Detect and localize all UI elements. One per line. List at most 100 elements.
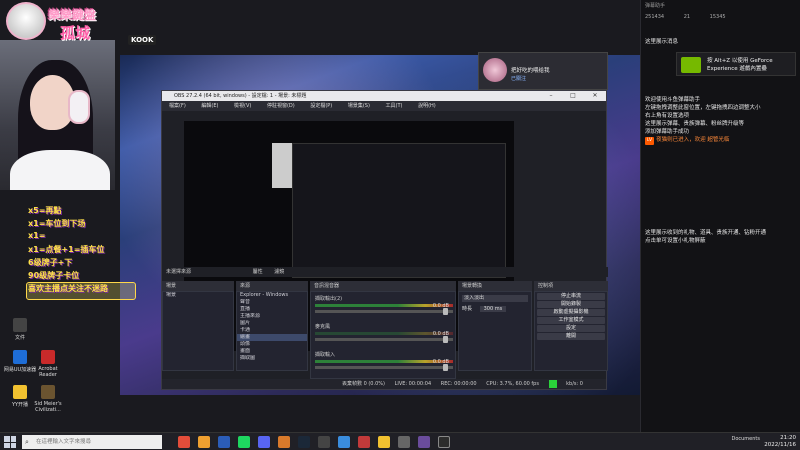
source-item[interactable]: 畫面 [237, 348, 307, 355]
chat-message: 这里展示收到的礼物、道具、贵族开通、钻粉开通 [645, 230, 767, 236]
volume-fader[interactable] [315, 336, 453, 343]
clock-date: 2022/11/16 [764, 442, 796, 448]
filters-button[interactable]: 濾鏡 [274, 269, 284, 275]
properties-button[interactable]: 屬性 [253, 269, 263, 275]
file-icon [13, 318, 27, 332]
menu-tools[interactable]: 工具(T) [379, 101, 410, 111]
chat-message-text: 夜猫则已进入，欢迎 超管光临 [656, 137, 730, 143]
source-item[interactable]: 繪畫 [237, 334, 307, 341]
mixer-header: 音訊混音器 [310, 281, 456, 291]
system-clock[interactable]: 21:20 2022/11/16 [764, 435, 796, 449]
source-toolbar: 未選擇來源 屬性 濾鏡 [162, 267, 608, 277]
source-item[interactable]: 直播 [237, 306, 307, 313]
yy-icon [13, 385, 27, 399]
follow-action: 已關注 [511, 76, 527, 82]
desktop-icon-label: Acrobat Reader [38, 366, 58, 378]
uu-accelerator-icon [13, 350, 27, 364]
geforce-message: 按 Alt+Z 以使用 GeForce Experience 遊戲內置疊 [707, 58, 773, 72]
overlay-title: 樂樂鍵盤 [48, 8, 97, 22]
nested-webcam [272, 143, 292, 188]
obs-taskbar-icon[interactable] [438, 436, 450, 448]
clock-time: 21:20 [780, 435, 796, 441]
perk-list: x5=再點 x1=车位到下场 x1= x1=点餐+1=插车位 6级牌子+下 90… [28, 205, 138, 296]
mixer-track: 擷取輸入 0.0 dB [315, 351, 453, 377]
app-icon[interactable] [318, 436, 330, 448]
menu-scene-collection[interactable]: 場景集(S) [341, 101, 377, 111]
streamer-webcam [0, 40, 115, 190]
settings-button[interactable]: 設定 [537, 325, 605, 332]
duration-input[interactable]: 300 ms [479, 306, 507, 312]
source-item[interactable]: 圖片 [237, 320, 307, 327]
platform-badge: KOOK [128, 35, 157, 45]
volume-fader[interactable] [315, 364, 453, 371]
exit-button[interactable]: 離開 [537, 333, 605, 340]
geforce-popup[interactable]: 按 Alt+Z 以使用 GeForce Experience 遊戲內置疊 [676, 52, 796, 76]
civilization-icon [41, 385, 55, 399]
fader-knob[interactable] [443, 364, 448, 371]
scene-item[interactable]: 場景 [163, 292, 233, 299]
minimize-button[interactable]: – [540, 91, 562, 101]
steam-icon[interactable] [298, 436, 310, 448]
perk-item: 喜欢主播点关注不迷路 [28, 284, 108, 293]
desktop-icon-label: Sid Meier's Civilizati... [34, 401, 62, 413]
desktop-icon-acrobat[interactable]: Acrobat Reader [30, 350, 66, 378]
yy-taskbar-icon[interactable] [378, 436, 390, 448]
chat-message: 这里展示消息 [645, 39, 679, 45]
menu-view[interactable]: 檢視(V) [227, 101, 258, 111]
app-icon[interactable] [338, 436, 350, 448]
close-button[interactable]: ✕ [584, 91, 606, 101]
folder-icon[interactable] [198, 436, 210, 448]
follow-notification[interactable]: 把好吃的喂给我 已關注 [478, 52, 608, 90]
chat-message: 左键拖拽调整此窗位置，左键拖拽四边调整大小 [645, 105, 761, 111]
cpu-usage: CPU: 3.7%, 60.00 fps [486, 381, 539, 387]
track-name: 擷取輸出(2) [315, 296, 343, 302]
menu-profile[interactable]: 設定檔(P) [303, 101, 339, 111]
fader-knob[interactable] [443, 336, 448, 343]
app-icon[interactable] [418, 436, 430, 448]
perk-item: 6级牌子+下 [28, 258, 73, 267]
menu-help[interactable]: 說明(H) [411, 101, 443, 111]
documents-toolbar[interactable]: Documents [731, 436, 760, 442]
source-item[interactable]: 擷取圖 [237, 355, 307, 362]
perk-item: x1= [28, 231, 46, 240]
source-item[interactable]: 主播來源 [237, 313, 307, 320]
chrome-icon[interactable] [178, 436, 190, 448]
perk-item: x1=车位到下场 [28, 219, 86, 228]
volume-fader[interactable] [315, 308, 453, 315]
virtual-camera-button[interactable]: 啟動虛擬攝影機 [537, 309, 605, 316]
desktop-icon-label: 文件 [14, 335, 25, 341]
transition-select[interactable]: 淡入淡出 [462, 295, 528, 302]
start-recording-button[interactable]: 開始錄製 [537, 301, 605, 308]
source-item[interactable]: 頭像 [237, 341, 307, 348]
nested-preview [292, 143, 506, 278]
follower-name: 把好吃的喂给我 [511, 68, 550, 74]
chat-message: 这里展示弹幕、贵族弹幕、粉丝牌升级等 [645, 121, 745, 127]
start-button[interactable] [4, 436, 16, 448]
fader-knob[interactable] [443, 308, 448, 315]
app-icon[interactable] [278, 436, 290, 448]
app-icon[interactable] [218, 436, 230, 448]
mixer-track: 麥克風 0.0 dB [315, 323, 453, 349]
source-item[interactable]: Explorer - Windows [237, 292, 307, 299]
desktop-icon-civ[interactable]: Sid Meier's Civilizati... [30, 385, 66, 413]
taskbar: ⌕ 在這裡輸入文字來搜尋 Documents 21:20 2022/11/16 [0, 432, 800, 450]
chat-message: 添加弹幕助手成功 [645, 129, 690, 135]
menu-docks[interactable]: 停駐視窗(D) [260, 101, 302, 111]
maximize-button[interactable]: □ [562, 91, 584, 101]
app-icon[interactable] [398, 436, 410, 448]
desktop-icon-files[interactable]: 文件 [2, 318, 38, 341]
spotify-icon[interactable] [238, 436, 250, 448]
studio-mode-button[interactable]: 工作室模式 [537, 317, 605, 324]
menu-edit[interactable]: 編輯(E) [194, 101, 225, 111]
no-source-label: 未選擇來源 [166, 269, 192, 275]
menu-file[interactable]: 檔案(F) [162, 101, 193, 111]
taskbar-search[interactable]: ⌕ 在這裡輸入文字來搜尋 [22, 435, 162, 449]
app-icon[interactable] [358, 436, 370, 448]
viewer-count: 251434 [645, 14, 665, 20]
live-timer: LIVE: 00:00:04 [394, 381, 432, 387]
discord-icon[interactable] [258, 436, 270, 448]
stop-streaming-button[interactable]: 停止串流 [537, 293, 605, 300]
source-item[interactable]: 聲音 [237, 299, 307, 306]
source-item[interactable]: 卡通 [237, 327, 307, 334]
perk-item: x5=再點 [28, 206, 62, 215]
